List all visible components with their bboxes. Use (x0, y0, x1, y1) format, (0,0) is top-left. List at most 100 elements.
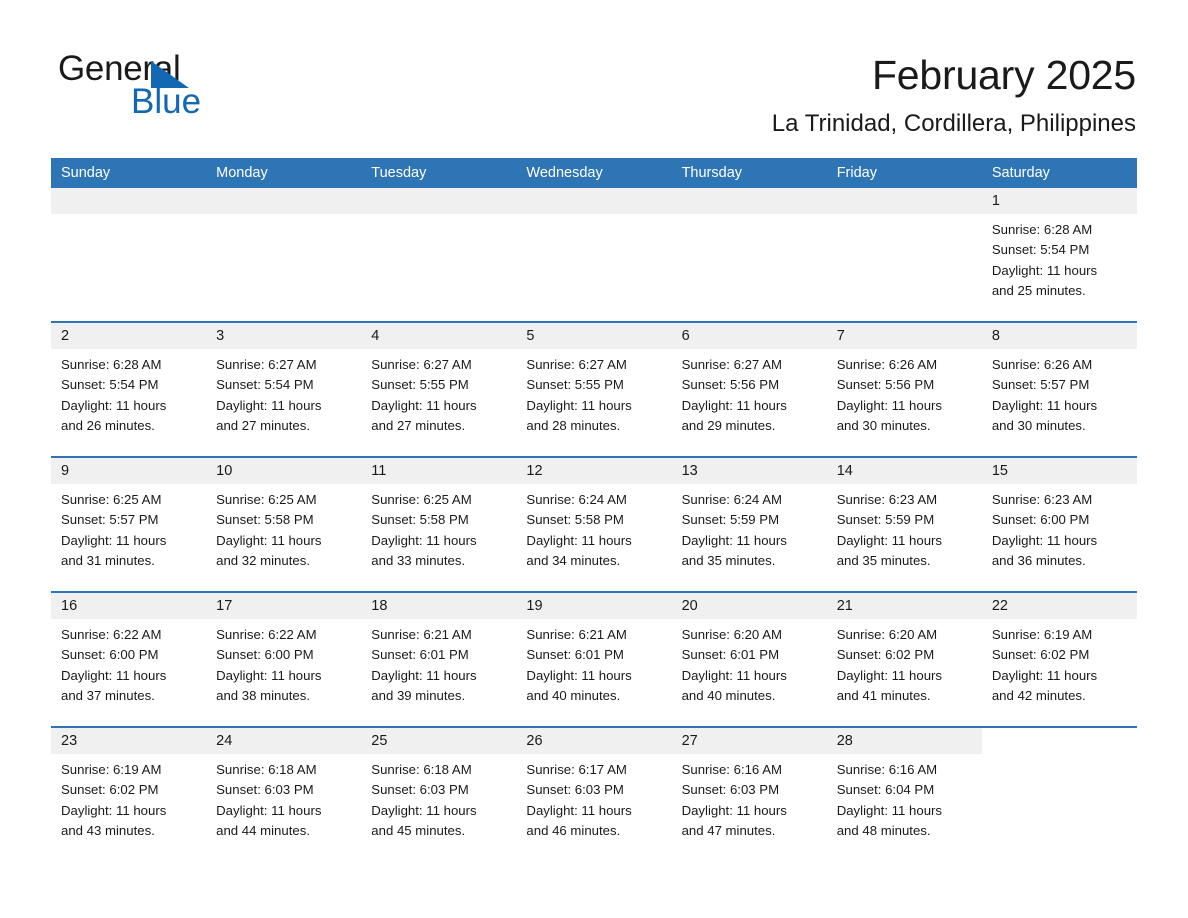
day-number: 8 (991, 328, 1000, 344)
sunset-text: Sunset: 5:55 PM (526, 377, 624, 393)
day-cell-6[interactable]: 6 Sunrise: 6:27 AM Sunset: 5:56 PM Daylight… (671, 323, 827, 456)
day-number: 10 (216, 463, 233, 479)
day-cell-9[interactable]: 9 Sunrise: 6:25 AM Sunset: 5:57 PM Daylight… (51, 458, 207, 591)
day-number-band: 24 (206, 728, 362, 754)
day-cell-1[interactable]: 1 Sunrise: 6:28 AM Sunset: 5:54 PM Daylight… (981, 188, 1137, 321)
sunset-text: Sunset: 6:00 PM (61, 647, 159, 663)
sunset-text: Sunset: 6:00 PM (991, 512, 1090, 528)
day-details: Sunrise: 6:21 AM Sunset: 6:01 PM Daylight:… (516, 619, 671, 706)
sunrise-text: Sunrise: 6:27 AM (216, 357, 317, 372)
sunrise-text: Sunrise: 6:16 AM (836, 762, 938, 777)
daylight-text-line1: Daylight: 11 hours (371, 532, 477, 548)
day-cell-23[interactable]: 23 Sunrise: 6:19 AM Sunset: 6:02 PM Dayligh… (51, 728, 207, 861)
day-cell-24[interactable]: 24 Sunrise: 6:18 AM Sunset: 6:03 PM Dayligh… (206, 728, 362, 861)
day-number-band: 26 (516, 728, 672, 754)
weekday-header-sunday: Sunday (61, 165, 111, 181)
day-cell-7[interactable]: 7 Sunrise: 6:26 AM Sunset: 5:56 PM Daylight… (826, 323, 982, 456)
sunrise-text: Sunrise: 6:27 AM (371, 357, 472, 372)
weekday-header-saturday: Saturday (991, 165, 1050, 181)
day-cell-21[interactable]: 21 Sunrise: 6:20 AM Sunset: 6:02 PM Dayligh… (826, 593, 982, 726)
sunset-text: Sunset: 5:58 PM (371, 512, 469, 528)
day-number: 7 (836, 328, 845, 344)
daylight-text-line2: and 39 minutes. (371, 687, 466, 703)
day-number: 1 (991, 193, 1000, 209)
day-number-band: 15 (981, 458, 1137, 484)
calendar-body: 1 Sunrise: 6:28 AM Sunset: 5:54 PM Daylight… (51, 188, 1137, 861)
day-details: Sunrise: 6:27 AM Sunset: 5:56 PM Daylight:… (672, 349, 827, 436)
daylight-text-line2: and 42 minutes. (991, 687, 1086, 703)
daylight-text-line2: and 35 minutes. (681, 552, 776, 568)
daylight-text-line1: Daylight: 11 hours (526, 802, 632, 818)
page-subtitle: La Trinidad, Cordillera, Philippines (771, 110, 1136, 137)
day-number: 3 (216, 328, 225, 344)
day-cell-2[interactable]: 2 Sunrise: 6:28 AM Sunset: 5:54 PM Daylight… (51, 323, 207, 456)
daylight-text-line1: Daylight: 11 hours (991, 397, 1098, 413)
daylight-text-line2: and 43 minutes. (61, 822, 155, 838)
day-cell-5[interactable]: 5 Sunrise: 6:27 AM Sunset: 5:55 PM Daylight… (516, 323, 672, 456)
day-cell-13[interactable]: 13 Sunrise: 6:24 AM Sunset: 5:59 PM Dayligh… (671, 458, 827, 591)
day-cell-22[interactable]: 22 Sunrise: 6:19 AM Sunset: 6:02 PM Dayligh… (981, 593, 1137, 726)
daylight-text-line1: Daylight: 11 hours (216, 397, 322, 413)
day-number: 6 (681, 328, 690, 344)
daylight-text-line1: Daylight: 11 hours (681, 397, 787, 413)
day-details: Sunrise: 6:27 AM Sunset: 5:55 PM Daylight:… (516, 349, 671, 436)
day-cell-27[interactable]: 27 Sunrise: 6:16 AM Sunset: 6:03 PM Dayligh… (671, 728, 827, 861)
sunset-text: Sunset: 5:55 PM (371, 377, 469, 393)
daylight-text-line1: Daylight: 11 hours (371, 397, 477, 413)
day-cell-20[interactable]: 20 Sunrise: 6:20 AM Sunset: 6:01 PM Dayligh… (671, 593, 827, 726)
day-cell-3[interactable]: 3 Sunrise: 6:27 AM Sunset: 5:54 PM Daylight… (206, 323, 362, 456)
day-details: Sunrise: 6:22 AM Sunset: 6:00 PM Daylight:… (51, 619, 206, 706)
sunrise-text: Sunrise: 6:16 AM (681, 762, 782, 777)
day-cell-4[interactable]: 4 Sunrise: 6:27 AM Sunset: 5:55 PM Daylight… (361, 323, 517, 456)
generalblue-logo[interactable]: General Blue (58, 50, 318, 121)
sunrise-text: Sunrise: 6:23 AM (991, 492, 1093, 507)
daylight-text-line2: and 45 minutes. (371, 822, 466, 838)
day-cell-12[interactable]: 12 Sunrise: 6:24 AM Sunset: 5:58 PM Dayligh… (516, 458, 672, 591)
weekday-header-wednesday: Wednesday (526, 165, 603, 181)
sunset-text: Sunset: 5:54 PM (61, 377, 159, 393)
day-details: Sunrise: 6:25 AM Sunset: 5:58 PM Daylight:… (361, 484, 516, 571)
day-cell-10[interactable]: 10 Sunrise: 6:25 AM Sunset: 5:58 PM Dayligh… (206, 458, 362, 591)
day-cell-15[interactable]: 15 Sunrise: 6:23 AM Sunset: 6:00 PM Dayligh… (981, 458, 1137, 591)
sunrise-text: Sunrise: 6:21 AM (526, 627, 627, 642)
daylight-text-line2: and 26 minutes. (61, 417, 155, 433)
day-cell-empty (981, 728, 1137, 861)
day-details: Sunrise: 6:20 AM Sunset: 6:01 PM Daylight:… (672, 619, 827, 706)
weekday-header-monday: Monday (216, 165, 268, 181)
day-cell-26[interactable]: 26 Sunrise: 6:17 AM Sunset: 6:03 PM Dayligh… (516, 728, 672, 861)
sunrise-text: Sunrise: 6:19 AM (61, 762, 162, 777)
sunset-text: Sunset: 5:56 PM (681, 377, 780, 393)
sunrise-text: Sunrise: 6:24 AM (526, 492, 627, 507)
sunrise-text: Sunrise: 6:17 AM (526, 762, 627, 777)
day-details: Sunrise: 6:19 AM Sunset: 6:02 PM Daylight:… (982, 619, 1137, 706)
daylight-text-line1: Daylight: 11 hours (836, 667, 943, 683)
daylight-text-line1: Daylight: 11 hours (216, 667, 322, 683)
sunrise-text: Sunrise: 6:26 AM (836, 357, 938, 372)
day-details: Sunrise: 6:26 AM Sunset: 5:56 PM Daylight:… (827, 349, 982, 436)
day-cell-19[interactable]: 19 Sunrise: 6:21 AM Sunset: 6:01 PM Dayligh… (516, 593, 672, 726)
sunrise-text: Sunrise: 6:18 AM (371, 762, 472, 777)
daylight-text-line2: and 44 minutes. (216, 822, 310, 838)
daylight-text-line2: and 47 minutes. (681, 822, 776, 838)
day-cell-17[interactable]: 17 Sunrise: 6:22 AM Sunset: 6:00 PM Dayligh… (206, 593, 362, 726)
day-cell-18[interactable]: 18 Sunrise: 6:21 AM Sunset: 6:01 PM Dayligh… (361, 593, 517, 726)
day-cell-11[interactable]: 11 Sunrise: 6:25 AM Sunset: 5:58 PM Dayligh… (361, 458, 517, 591)
day-details: Sunrise: 6:19 AM Sunset: 6:02 PM Daylight:… (51, 754, 206, 841)
day-cell-14[interactable]: 14 Sunrise: 6:23 AM Sunset: 5:59 PM Dayligh… (826, 458, 982, 591)
daylight-text-line2: and 33 minutes. (371, 552, 466, 568)
day-number: 14 (836, 463, 853, 479)
day-details: Sunrise: 6:24 AM Sunset: 5:59 PM Daylight:… (672, 484, 827, 571)
day-number-band (516, 188, 672, 214)
day-number: 13 (681, 463, 698, 479)
sunset-text: Sunset: 5:58 PM (216, 512, 314, 528)
day-number: 11 (371, 463, 387, 479)
daylight-text-line2: and 40 minutes. (681, 687, 776, 703)
calendar-week-row: 9 Sunrise: 6:25 AM Sunset: 5:57 PM Daylight… (51, 456, 1137, 591)
sunrise-text: Sunrise: 6:23 AM (836, 492, 938, 507)
sunrise-text: Sunrise: 6:24 AM (681, 492, 782, 507)
day-cell-28[interactable]: 28 Sunrise: 6:16 AM Sunset: 6:04 PM Dayligh… (826, 728, 982, 861)
day-number-band (826, 188, 982, 214)
day-cell-16[interactable]: 16 Sunrise: 6:22 AM Sunset: 6:00 PM Dayligh… (51, 593, 207, 726)
day-cell-25[interactable]: 25 Sunrise: 6:18 AM Sunset: 6:03 PM Dayligh… (361, 728, 517, 861)
day-cell-8[interactable]: 8 Sunrise: 6:26 AM Sunset: 5:57 PM Daylight… (981, 323, 1137, 456)
